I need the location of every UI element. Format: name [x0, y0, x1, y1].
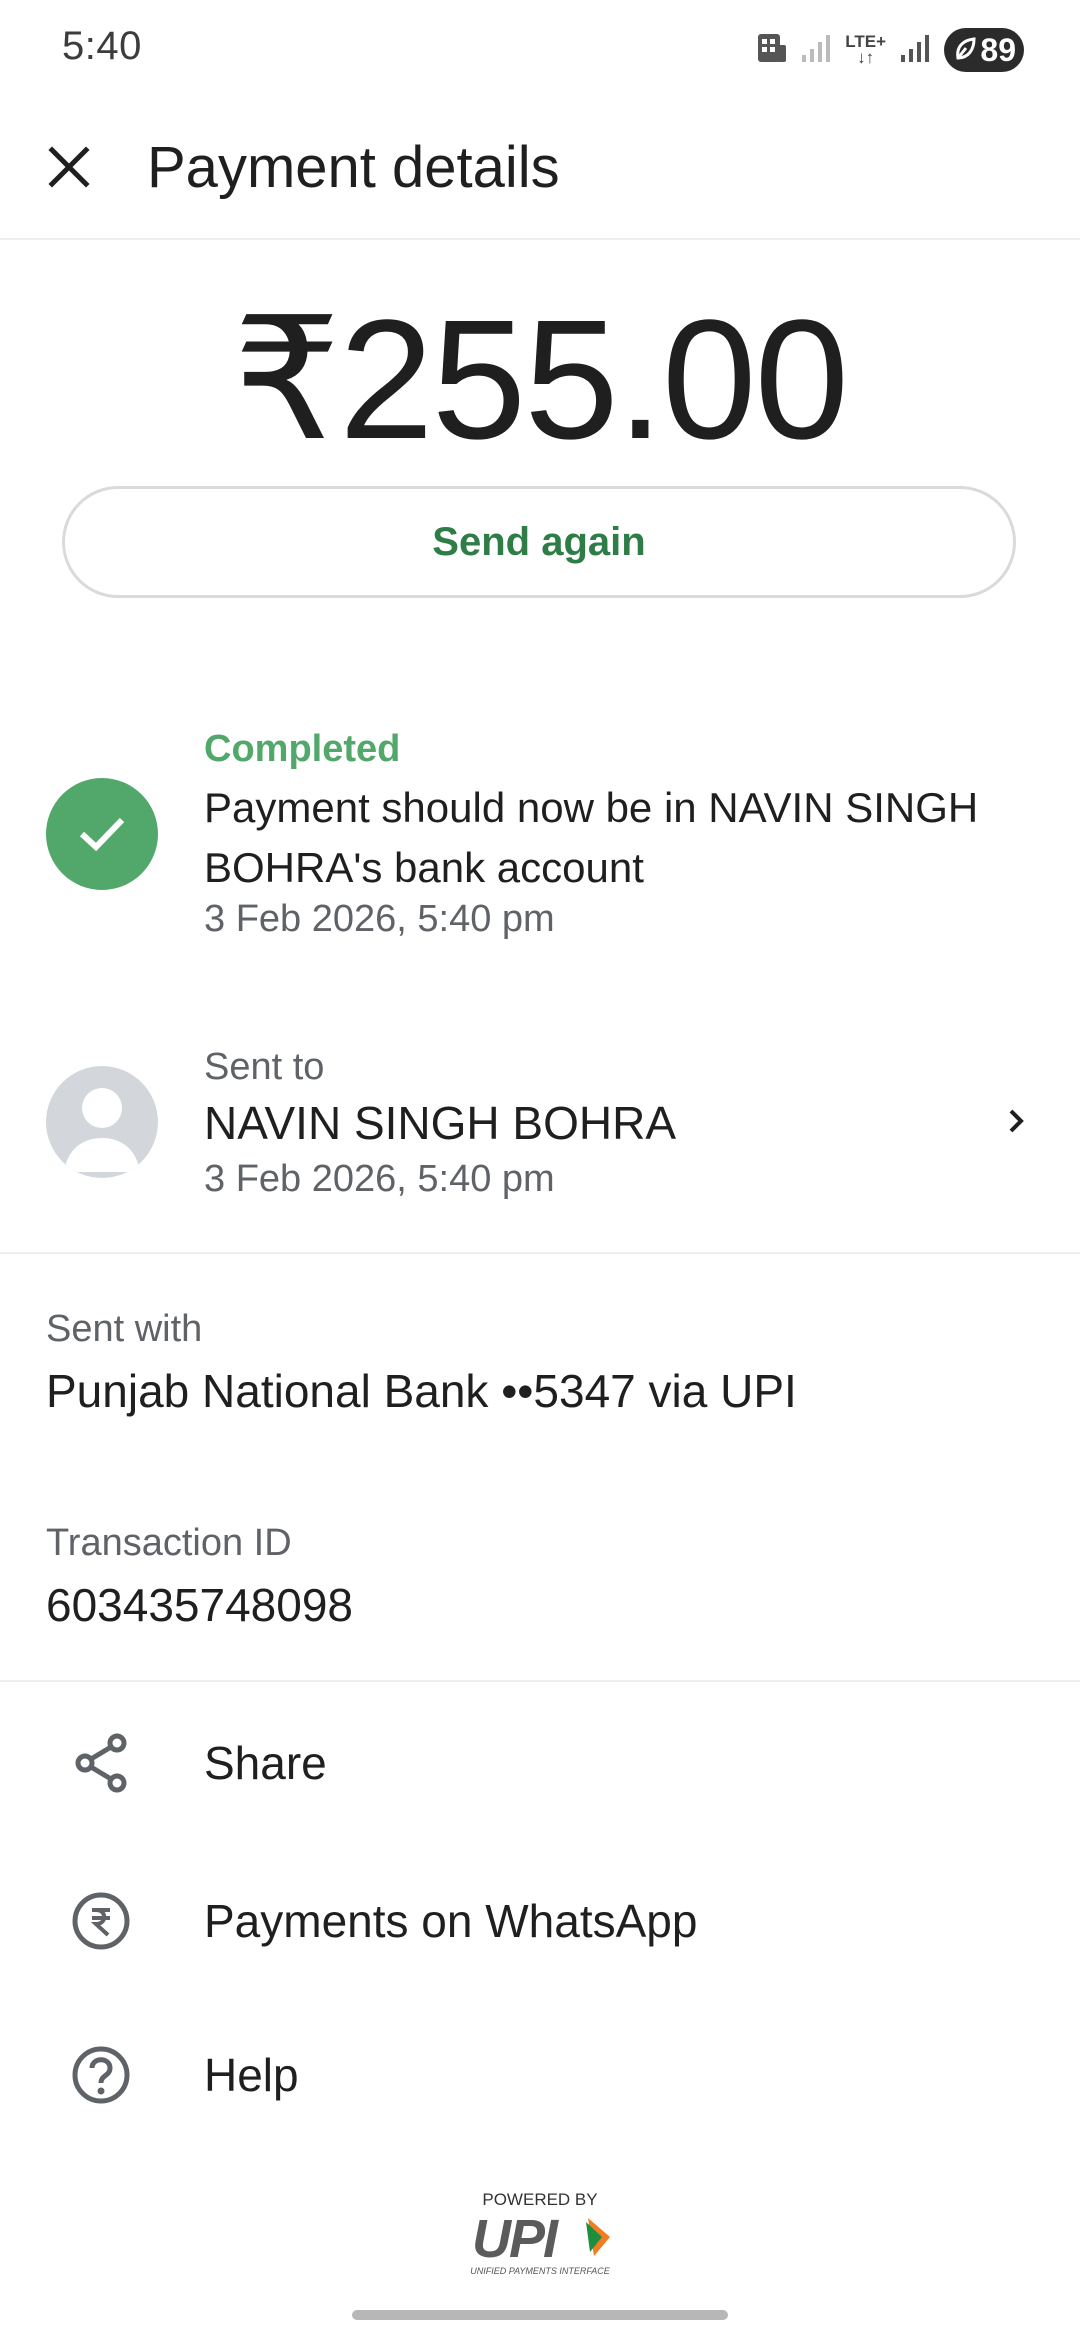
send-again-button[interactable]: Send again [62, 486, 1016, 598]
lte-indicator: LTE+ ↓↑ [845, 32, 886, 67]
status-label: Completed [204, 728, 401, 770]
status-description: Payment should now be in NAVIN SINGH BOH… [204, 784, 979, 891]
battery-indicator: 89 [944, 28, 1024, 72]
status-timestamp: 3 Feb 2026, 5:40 pm [204, 898, 555, 940]
payment-amount: ₹255.00 [232, 285, 849, 475]
transaction-id-value: 603435748098 [46, 1579, 353, 1631]
chevron-right-icon [996, 1096, 1036, 1146]
sent-to-label: Sent to [204, 1046, 325, 1088]
checkmark-icon [79, 817, 125, 852]
network-label: LTE+ [845, 32, 886, 51]
battery-saver-icon [956, 37, 976, 60]
powered-by-label: POWERED BY [482, 2190, 598, 2209]
recipient-row[interactable]: Sent to NAVIN SINGH BOHRA 3 Feb 2026, 5:… [0, 1040, 1080, 1240]
divider [0, 1252, 1080, 1254]
app-header: Payment details [0, 110, 1080, 240]
share-label: Share [204, 1737, 327, 1789]
payments-on-whatsapp-action[interactable]: Payments on WhatsApp [0, 1860, 1080, 1980]
payments-on-whatsapp-label: Payments on WhatsApp [204, 1895, 698, 1947]
status-time: 5:40 [62, 24, 142, 68]
divider [0, 1680, 1080, 1682]
help-action[interactable]: Help [0, 2014, 1080, 2134]
sent-with-label: Sent with [46, 1308, 203, 1350]
transaction-id-label: Transaction ID [46, 1522, 292, 1564]
avatar [46, 1066, 158, 1178]
share-action[interactable]: Share [0, 1702, 1080, 1822]
sent-with-value: Punjab National Bank ••5347 via UPI [46, 1365, 797, 1417]
page-title: Payment details [147, 135, 560, 200]
signal-weak-icon [801, 33, 831, 68]
upi-wordmark: UPI [472, 2209, 558, 2269]
recipient-name: NAVIN SINGH BOHRA [204, 1097, 676, 1149]
upi-full-name: UNIFIED PAYMENTS INTERFACE [470, 2266, 610, 2276]
status-icons: LTE+ ↓↑ 89 [757, 28, 1024, 72]
upi-logo: POWERED BY UPI UNIFIED PAYMENTS INTERFAC… [460, 2190, 620, 2276]
battery-level: 89 [980, 31, 1016, 68]
signal-icon [900, 33, 930, 68]
work-profile-icon [757, 31, 787, 70]
close-icon [48, 146, 90, 188]
person-icon [64, 1088, 140, 1172]
home-indicator[interactable] [352, 2310, 728, 2320]
help-label: Help [204, 2049, 299, 2101]
rupee-circle-icon [70, 1890, 132, 1952]
status-bar: 5:40 LTE+ ↓↑ 89 [0, 0, 1080, 100]
share-icon [70, 1732, 132, 1794]
success-badge [46, 778, 158, 890]
close-button[interactable] [34, 132, 104, 202]
upi-arrow-icon [586, 2218, 610, 2256]
recipient-timestamp: 3 Feb 2026, 5:40 pm [204, 1158, 555, 1200]
help-icon [70, 2044, 132, 2106]
